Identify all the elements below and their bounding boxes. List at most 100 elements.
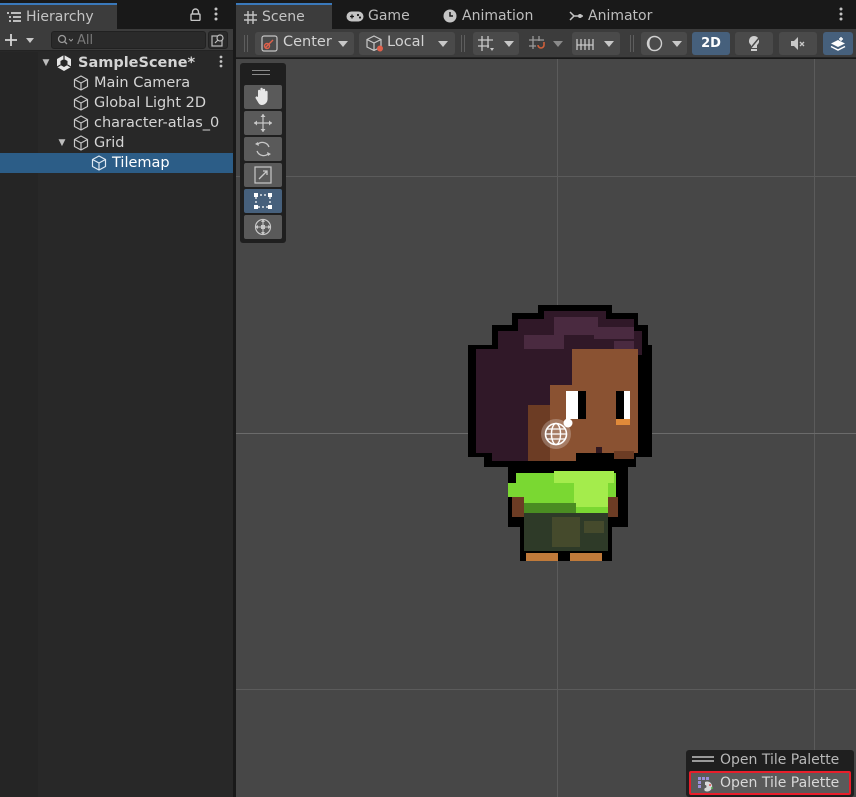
local-cube-icon	[365, 35, 385, 57]
fold-expanded-icon[interactable]: ▼	[40, 57, 52, 69]
chevron-down-icon	[604, 41, 614, 47]
gameobject-cube-icon	[73, 115, 89, 131]
pivot-rotation-dropdown[interactable]: Local	[359, 32, 455, 55]
scale-icon	[254, 166, 272, 184]
more-options-icon[interactable]	[834, 6, 848, 22]
chevron-down-icon	[504, 41, 514, 47]
tab-animation[interactable]: Animation	[436, 3, 556, 29]
pivot-mode-dropdown[interactable]: Center	[255, 32, 354, 55]
move-arrows-icon	[253, 113, 273, 133]
search-by-type-icon[interactable]	[208, 31, 228, 49]
pivot-rotation-label: Local	[387, 34, 425, 50]
tab-game[interactable]: Game	[340, 3, 430, 29]
gameobject-cube-icon	[73, 135, 89, 151]
grid-line	[814, 59, 815, 797]
rect-tool-button[interactable]	[244, 189, 282, 213]
grid-visibility-dropdown[interactable]	[473, 32, 519, 55]
hand-icon	[254, 87, 272, 107]
open-tile-palette-button[interactable]: Open Tile Palette	[689, 771, 851, 795]
overlay-drag-handle-icon	[692, 756, 714, 762]
rotate-tool-button[interactable]	[244, 137, 282, 161]
draw-mode-dropdown[interactable]	[641, 32, 687, 55]
item-label: Global Light 2D	[94, 95, 207, 111]
toolbar-grip	[244, 35, 248, 52]
search-field[interactable]	[51, 31, 206, 49]
search-icon	[57, 34, 73, 46]
list-icon	[6, 9, 22, 25]
grid-line	[236, 689, 856, 690]
tab-label: Animation	[462, 8, 534, 24]
grid-icon	[242, 9, 258, 25]
shading-sphere-icon	[646, 35, 663, 56]
tab-label: Game	[368, 8, 410, 24]
chevron-down-icon	[338, 41, 348, 47]
audio-toggle-button[interactable]	[779, 32, 817, 55]
pivot-mode-label: Center	[283, 34, 332, 50]
grid-line	[236, 176, 856, 177]
unity-scene-icon	[56, 55, 72, 71]
rotate-icon	[253, 139, 273, 159]
increment-snap-dropdown[interactable]	[524, 32, 568, 55]
toolbar-grip	[630, 35, 634, 52]
gamepad-icon	[346, 8, 364, 24]
item-label: character-atlas_0	[94, 115, 220, 131]
transform-icon	[253, 217, 273, 237]
lighting-toggle-button[interactable]	[735, 32, 773, 55]
tree-item-scene[interactable]: ▼ SampleScene*	[0, 53, 233, 73]
hierarchy-tree: ▼ SampleScene* Main Camera Global Light …	[0, 52, 233, 797]
scene-window: Scene Game Animation Animator Center Loc…	[236, 0, 856, 797]
transform-tool-button[interactable]	[244, 215, 282, 239]
scene-tab-bar: Scene Game Animation Animator	[236, 0, 856, 29]
ruler-icon	[576, 36, 596, 55]
item-label: Main Camera	[94, 75, 191, 91]
tab-animator[interactable]: Animator	[562, 3, 682, 29]
tile-palette-overlay-header[interactable]: Open Tile Palette	[686, 750, 854, 770]
scene-viewport[interactable]: Open Tile Palette Open Tile Palette	[236, 59, 856, 797]
grid-snap-icon	[477, 35, 495, 56]
pivot-center-icon	[261, 35, 279, 56]
chevron-down-icon	[438, 41, 448, 47]
hierarchy-tab-label: Hierarchy	[26, 9, 94, 25]
grid-settings-dropdown[interactable]	[572, 32, 620, 55]
overlay-drag-handle[interactable]	[252, 70, 270, 75]
tree-item-main-camera[interactable]: Main Camera	[0, 73, 233, 93]
chevron-down-icon	[672, 41, 682, 47]
snap-magnet-icon	[528, 35, 546, 56]
tile-palette-overlay: Open Tile Palette Open Tile Palette	[686, 750, 854, 797]
open-tile-palette-label: Open Tile Palette	[720, 775, 840, 791]
add-object-button[interactable]	[4, 31, 38, 49]
scene-label: SampleScene*	[78, 55, 196, 71]
toolbar-grip	[461, 35, 465, 52]
tab-label: Scene	[262, 9, 305, 25]
fold-expanded-icon[interactable]: ▼	[56, 137, 68, 149]
effects-toggle-button[interactable]	[823, 32, 853, 55]
hierarchy-toolbar	[0, 29, 233, 51]
tab-scene[interactable]: Scene	[236, 3, 332, 29]
hierarchy-panel: Hierarchy ▼ SampleScene*	[0, 0, 233, 797]
item-label: Tilemap	[112, 155, 170, 171]
rect-transform-icon	[253, 192, 273, 210]
tree-item-character-atlas[interactable]: character-atlas_0	[0, 113, 233, 133]
tree-item-global-light[interactable]: Global Light 2D	[0, 93, 233, 113]
layers-icon	[829, 36, 847, 52]
tree-item-grid[interactable]: ▼ Grid	[0, 133, 233, 153]
lock-icon[interactable]	[188, 6, 202, 22]
toggle-2d-button[interactable]: 2D	[692, 32, 730, 55]
gameobject-cube-icon	[73, 95, 89, 111]
gameobject-cube-icon	[73, 75, 89, 91]
gameobject-cube-icon	[91, 155, 107, 171]
animator-icon	[568, 8, 584, 24]
scene-more-icon[interactable]	[219, 55, 223, 72]
transform-pivot-gizmo[interactable]	[538, 415, 578, 453]
speaker-mute-icon	[790, 36, 806, 51]
tree-item-tilemap[interactable]: Tilemap	[0, 153, 233, 173]
tab-hierarchy[interactable]: Hierarchy	[0, 3, 117, 29]
more-options-icon[interactable]	[209, 6, 223, 22]
tab-label: Animator	[588, 8, 653, 24]
move-tool-button[interactable]	[244, 111, 282, 135]
chevron-down-icon	[553, 41, 563, 47]
tile-palette-icon	[698, 777, 713, 792]
search-input[interactable]	[77, 32, 187, 48]
view-tool-button[interactable]	[244, 85, 282, 109]
scale-tool-button[interactable]	[244, 163, 282, 187]
